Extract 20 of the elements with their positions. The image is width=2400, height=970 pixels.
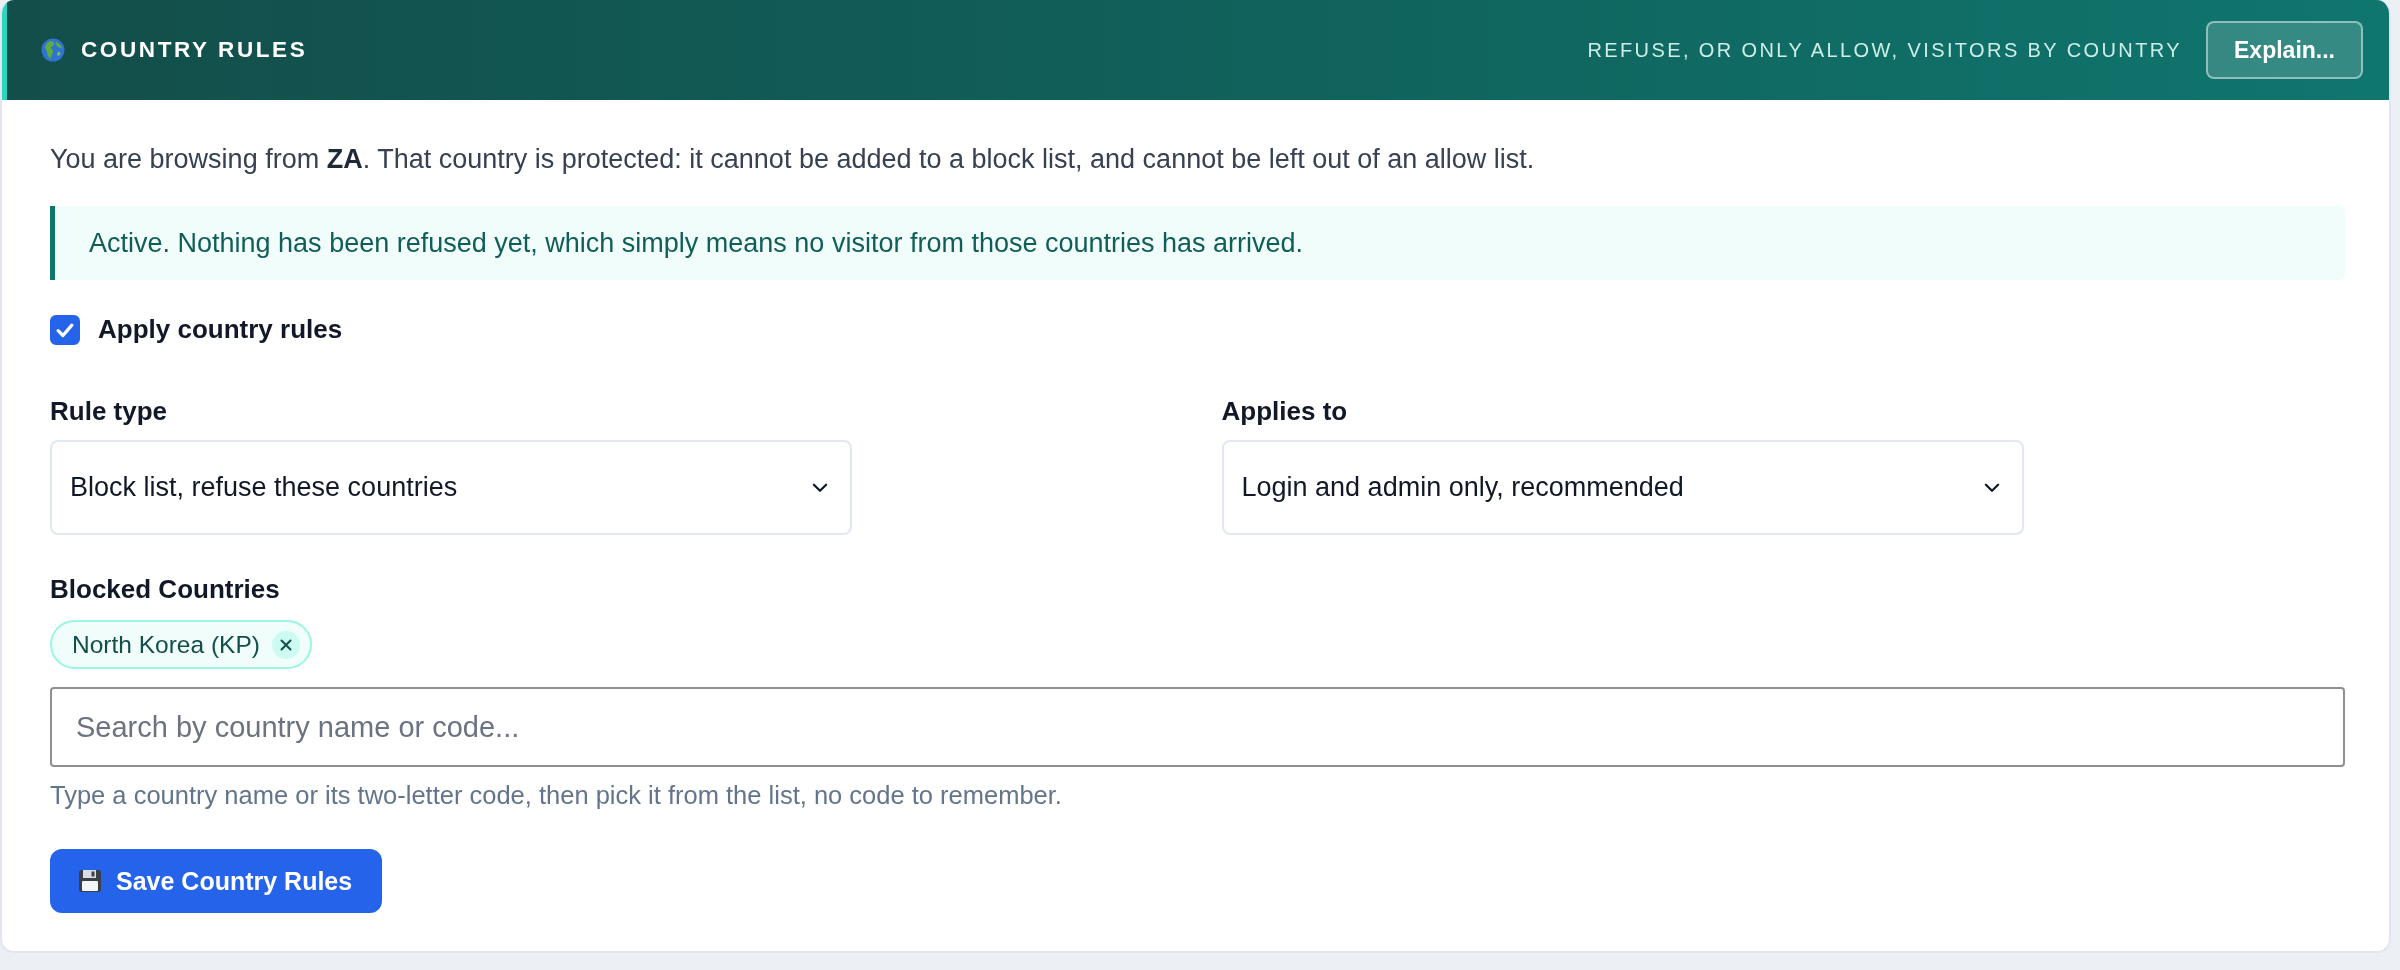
chevron-down-icon — [812, 482, 828, 493]
globe-icon — [41, 38, 65, 62]
status-alert: Active. Nothing has been refused yet, which simply means no visitor from those countries has arrived. — [50, 206, 2345, 280]
explain-button[interactable]: Explain... — [2206, 21, 2363, 79]
field-label: Rule type — [50, 395, 168, 427]
close-icon[interactable] — [271, 630, 300, 659]
panel-title: COUNTRY RULES — [81, 37, 308, 63]
dropdown[interactable]: Block list, refuse these countries — [50, 440, 852, 535]
panel-subtitle: REFUSE, OR ONLY ALLOW, VISITORS BY COUNTRY — [1587, 38, 2182, 62]
dropdown[interactable]: Login and admin only, recommended — [1221, 440, 2024, 535]
save-button[interactable]: Save Country Rules — [50, 849, 383, 913]
search-field[interactable]: Search by country name or code... — [50, 687, 2345, 767]
field-label: Blocked Countries — [50, 573, 280, 605]
checkbox-label[interactable]: Apply country rules — [98, 314, 343, 345]
location-notice: You are browsing from ZA. That country is protected: it cannot be added to a block list, and cannot be left out of an allow list. — [50, 143, 1535, 176]
field-label: Applies to — [1221, 395, 1348, 427]
help-text: Type a country name or its two-letter code, then pick it from the list, no code to remember. — [50, 780, 1062, 811]
chevron-down-icon — [1983, 482, 2000, 493]
chip-label: North Korea (KP) — [72, 630, 260, 659]
checkbox[interactable] — [50, 314, 80, 345]
